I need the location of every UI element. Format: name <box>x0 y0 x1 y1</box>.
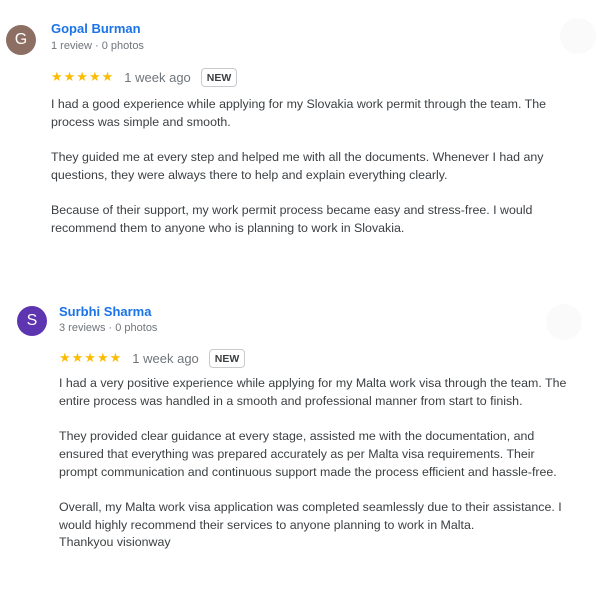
review-text: I had a good experience while applying f… <box>51 96 546 255</box>
more-options-button[interactable] <box>560 18 596 54</box>
avatar-letter: S <box>26 312 38 329</box>
avatar[interactable]: S <box>17 306 47 336</box>
review-paragraph: Because of their support, my work permit… <box>51 203 533 235</box>
reviewer-meta: 3 reviews · 0 photos <box>59 322 158 334</box>
new-badge: NEW <box>208 348 246 368</box>
new-badge: NEW <box>200 67 238 87</box>
review-paragraph: I had a very positive experience while a… <box>59 376 567 408</box>
star-rating: ★★★★★ <box>59 350 123 365</box>
rating-row: ★★★★★ 1 week ago NEW <box>59 348 246 368</box>
review-paragraph: They provided clear guidance at every st… <box>59 429 557 479</box>
review-age: 1 week ago <box>124 69 191 85</box>
review-age: 1 week ago <box>132 350 199 366</box>
reviewer-name[interactable]: Gopal Burman <box>51 21 141 36</box>
reviewer-name[interactable]: Surbhi Sharma <box>59 304 151 319</box>
star-rating: ★★★★★ <box>51 69 115 84</box>
avatar[interactable]: G <box>6 25 36 55</box>
reviewer-meta: 1 review · 0 photos <box>51 40 144 52</box>
review-paragraph: I had a good experience while applying f… <box>51 97 546 129</box>
review-text: I had a very positive experience while a… <box>59 375 566 570</box>
review-paragraph: Overall, my Malta work visa application … <box>59 499 562 550</box>
rating-row: ★★★★★ 1 week ago NEW <box>51 67 238 87</box>
avatar-letter: G <box>14 31 28 48</box>
more-options-button[interactable] <box>546 304 582 340</box>
review-paragraph: They guided me at every step and helped … <box>51 150 544 182</box>
